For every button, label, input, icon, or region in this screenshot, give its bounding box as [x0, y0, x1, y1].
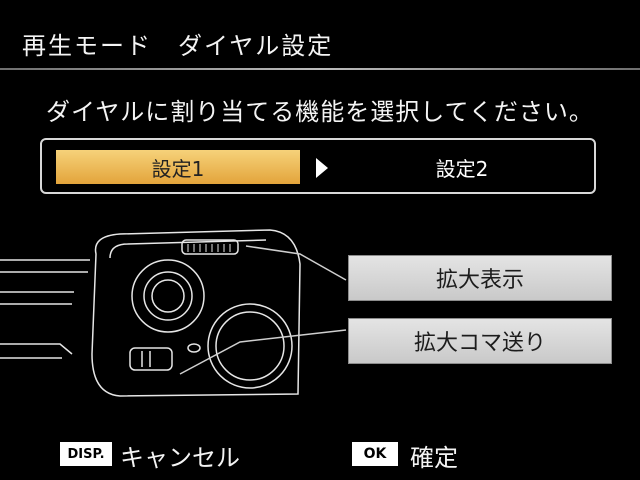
title-divider	[0, 68, 640, 70]
function-magnify-frame-advance[interactable]: 拡大コマ送り	[348, 318, 612, 364]
settings-selector: 設定1 設定2	[40, 138, 596, 194]
ok-key-icon: OK	[352, 442, 398, 466]
instruction-text: ダイヤルに割り当てる機能を選択してください。	[46, 98, 594, 126]
right-arrow-icon	[316, 158, 328, 178]
setting-option-1[interactable]: 設定1	[56, 150, 300, 184]
confirm-label[interactable]: 確定	[410, 438, 458, 473]
screen-title: 再生モード ダイヤル設定	[22, 32, 334, 60]
cancel-label[interactable]: キャンセル	[120, 438, 240, 473]
function-magnify-view[interactable]: 拡大表示	[348, 255, 612, 301]
camera-illustration	[0, 229, 347, 397]
setting-option-2[interactable]: 設定2	[342, 150, 582, 184]
disp-key-icon: DISP.	[60, 442, 112, 466]
